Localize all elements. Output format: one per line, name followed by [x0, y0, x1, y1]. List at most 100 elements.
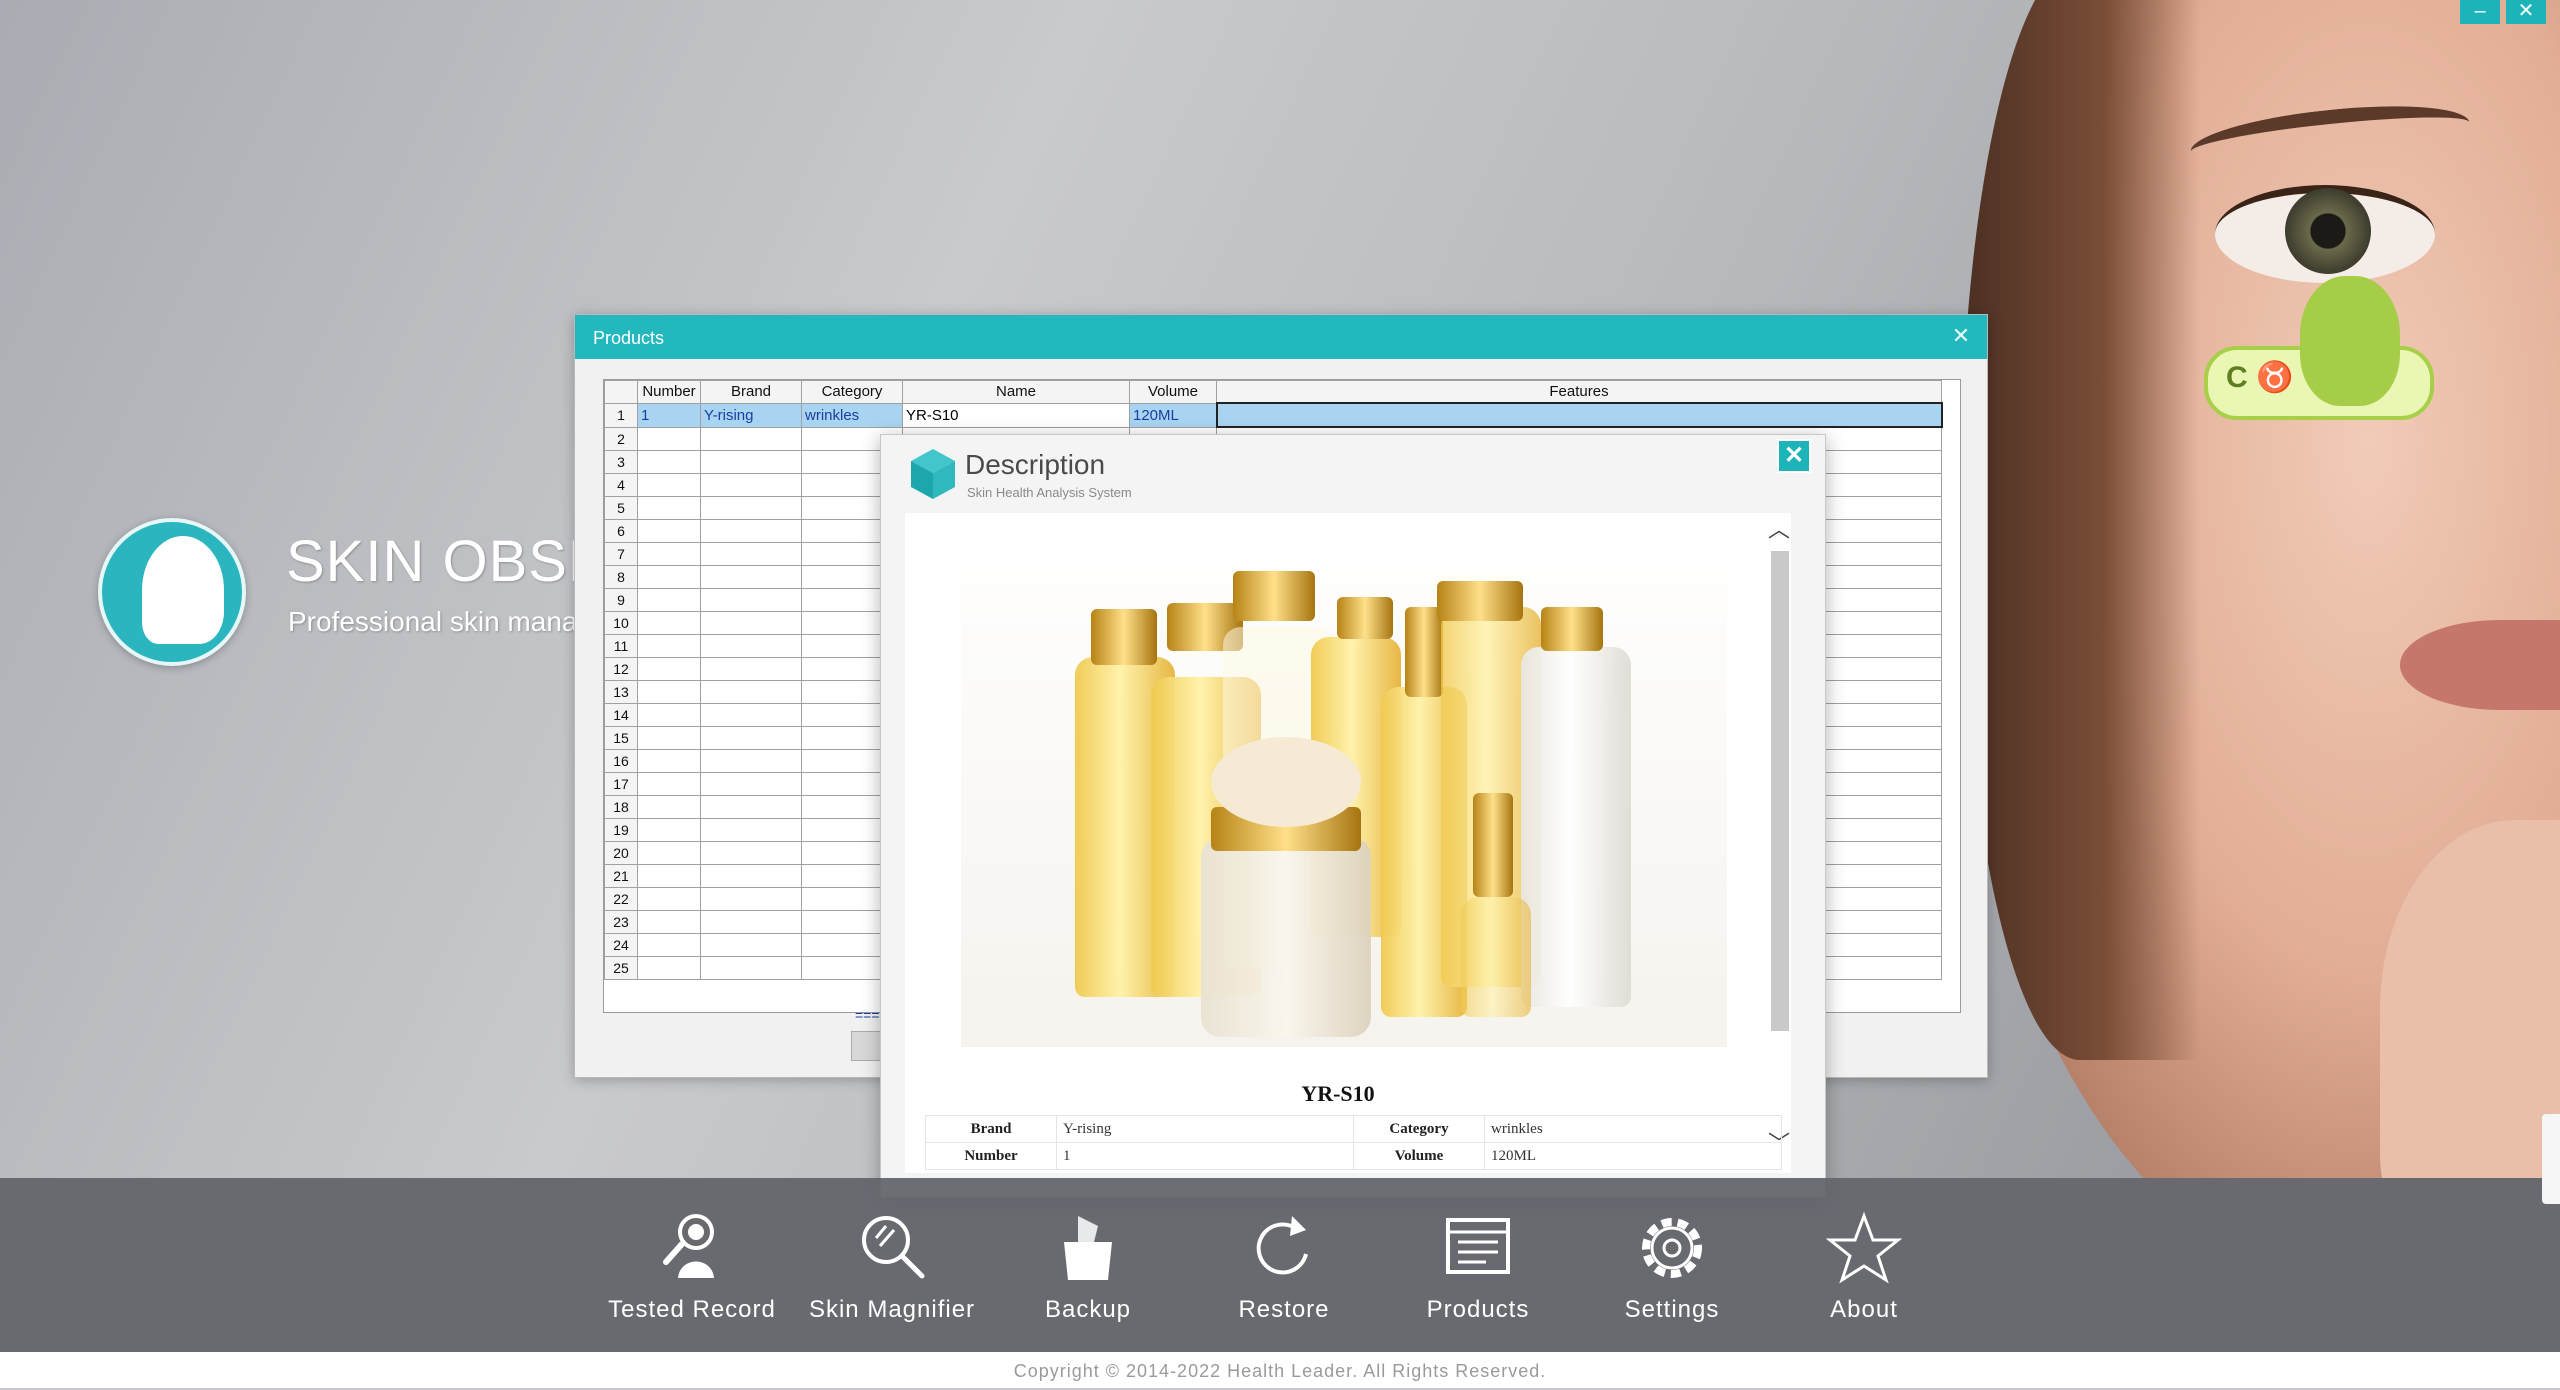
table-cell[interactable]	[700, 726, 802, 750]
table-cell[interactable]	[700, 426, 802, 451]
table-cell[interactable]	[700, 703, 802, 727]
toolbar-settings[interactable]: Settings	[1582, 1208, 1762, 1338]
table-cell[interactable]	[700, 519, 802, 543]
table-cell[interactable]	[637, 426, 701, 451]
table-cell[interactable]	[700, 910, 802, 934]
vertical-scrollbar[interactable]	[1771, 551, 1789, 1031]
row-number[interactable]: 10	[604, 611, 638, 635]
row-number[interactable]: 19	[604, 818, 638, 842]
table-cell[interactable]	[637, 795, 701, 819]
cell-features[interactable]	[1215, 402, 1943, 428]
minimize-button[interactable]: –	[2460, 0, 2500, 24]
row-number[interactable]: 8	[604, 565, 638, 589]
side-tab-handle[interactable]	[2542, 1114, 2560, 1204]
row-number[interactable]: 3	[604, 450, 638, 474]
row-number[interactable]: 16	[604, 749, 638, 773]
table-cell[interactable]	[637, 588, 701, 612]
row-number[interactable]: 5	[604, 496, 638, 520]
toolbar-products[interactable]: Products	[1388, 1208, 1568, 1338]
col-header-number[interactable]: Number	[637, 380, 701, 404]
table-cell[interactable]	[700, 588, 802, 612]
col-header-features[interactable]: Features	[1216, 380, 1942, 404]
col-header-brand[interactable]: Brand	[700, 380, 802, 404]
row-number[interactable]: 20	[604, 841, 638, 865]
row-number[interactable]: 24	[604, 933, 638, 957]
row-number[interactable]: 21	[604, 864, 638, 888]
mascot-widget[interactable]: C ♉	[2204, 276, 2434, 420]
row-number[interactable]: 22	[604, 887, 638, 911]
row-number[interactable]: 11	[604, 634, 638, 658]
table-cell[interactable]	[700, 542, 802, 566]
table-cell[interactable]	[637, 910, 701, 934]
close-button[interactable]: ✕	[2506, 0, 2546, 24]
row-number[interactable]: 25	[604, 956, 638, 980]
row-number[interactable]: 9	[604, 588, 638, 612]
scroll-up-icon[interactable]: ︿	[1767, 519, 1791, 543]
table-cell[interactable]	[700, 565, 802, 589]
toolbar-restore[interactable]: Restore	[1194, 1208, 1374, 1338]
table-cell[interactable]	[700, 795, 802, 819]
table-cell[interactable]	[700, 887, 802, 911]
table-cell[interactable]	[700, 473, 802, 497]
col-header-volume[interactable]: Volume	[1129, 380, 1217, 404]
table-cell[interactable]	[637, 956, 701, 980]
table-cell[interactable]	[700, 680, 802, 704]
row-number[interactable]: 4	[604, 473, 638, 497]
table-cell[interactable]	[700, 450, 802, 474]
table-cell[interactable]	[700, 818, 802, 842]
table-cell[interactable]	[637, 450, 701, 474]
row-number[interactable]: 13	[604, 680, 638, 704]
table-cell[interactable]	[637, 703, 701, 727]
table-cell[interactable]	[700, 496, 802, 520]
table-cell[interactable]	[637, 611, 701, 635]
table-cell[interactable]	[637, 496, 701, 520]
row-number[interactable]: 23	[604, 910, 638, 934]
table-cell[interactable]	[700, 956, 802, 980]
row-number[interactable]: 14	[604, 703, 638, 727]
table-cell[interactable]	[700, 772, 802, 796]
toolbar-about[interactable]: About	[1774, 1208, 1954, 1338]
table-cell[interactable]	[637, 818, 701, 842]
cell-number[interactable]: 1	[637, 402, 701, 428]
table-cell[interactable]	[637, 864, 701, 888]
table-cell[interactable]	[637, 565, 701, 589]
cell-volume[interactable]: 120ML	[1129, 402, 1217, 428]
row-number[interactable]: 12	[604, 657, 638, 681]
table-cell[interactable]	[637, 634, 701, 658]
toolbar-backup[interactable]: Backup	[998, 1208, 1178, 1338]
col-header-name[interactable]: Name	[902, 380, 1130, 404]
row-number[interactable]: 1	[604, 402, 638, 428]
dialog-close-button[interactable]: ✕	[1777, 439, 1811, 473]
table-cell[interactable]	[637, 657, 701, 681]
table-cell[interactable]	[700, 841, 802, 865]
table-row-selected[interactable]: 1 1 Y-rising wrinkles YR-S10 120ML	[604, 402, 1943, 428]
cell-brand[interactable]: Y-rising	[700, 402, 802, 428]
table-cell[interactable]	[700, 611, 802, 635]
toolbar-skin-magnifier[interactable]: Skin Magnifier	[802, 1208, 982, 1338]
table-cell[interactable]	[637, 772, 701, 796]
table-cell[interactable]	[700, 864, 802, 888]
row-number[interactable]: 17	[604, 772, 638, 796]
row-number[interactable]: 18	[604, 795, 638, 819]
table-cell[interactable]	[637, 933, 701, 957]
table-cell[interactable]	[700, 634, 802, 658]
toolbar-tested-record[interactable]: Tested Record	[602, 1208, 782, 1338]
table-cell[interactable]	[700, 657, 802, 681]
table-cell[interactable]	[637, 473, 701, 497]
table-cell[interactable]	[700, 749, 802, 773]
table-cell[interactable]	[637, 841, 701, 865]
row-number[interactable]: 2	[604, 426, 638, 451]
cell-name[interactable]: YR-S10	[902, 402, 1130, 428]
row-number[interactable]: 7	[604, 542, 638, 566]
row-number[interactable]: 6	[604, 519, 638, 543]
cell-category[interactable]: wrinkles	[801, 402, 903, 428]
products-close-icon[interactable]: ✕	[1949, 325, 1973, 349]
col-header-category[interactable]: Category	[801, 380, 903, 404]
table-cell[interactable]	[637, 726, 701, 750]
row-number[interactable]: 15	[604, 726, 638, 750]
table-cell[interactable]	[700, 933, 802, 957]
table-cell[interactable]	[637, 887, 701, 911]
table-cell[interactable]	[637, 542, 701, 566]
table-cell[interactable]	[637, 680, 701, 704]
table-cell[interactable]	[637, 519, 701, 543]
